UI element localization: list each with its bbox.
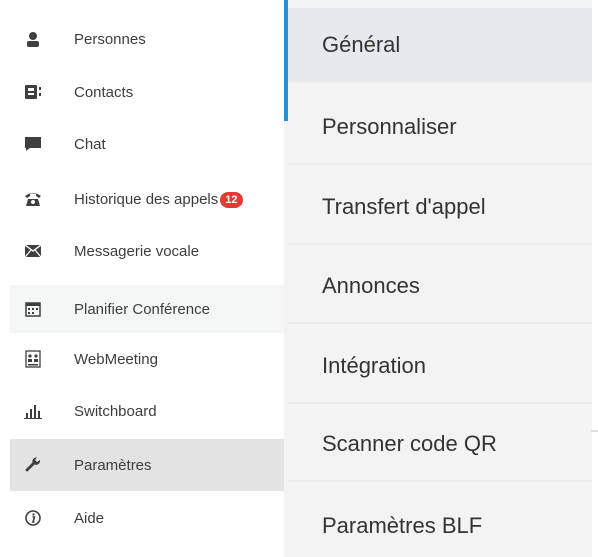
sidebar-item-label: Contacts — [74, 83, 134, 101]
menu-item-label: Intégration — [322, 352, 426, 378]
sidebar-item-label: Historique des appels 12 — [74, 191, 243, 208]
menu-item-label: Annonces — [322, 272, 420, 298]
bar-chart-icon — [24, 402, 42, 420]
app-window: Personnes Contacts Chat Historique des a… — [0, 0, 598, 557]
menu-item-parametres-blf[interactable]: Paramètres BLF — [288, 488, 592, 557]
sidebar-item-label: Aide — [74, 509, 105, 527]
sidebar-item-label: Switchboard — [74, 402, 157, 420]
sidebar-item-label: Planifier Conférence — [74, 300, 210, 318]
sidebar-item-messagerie[interactable]: Messagerie vocale — [10, 232, 284, 270]
sidebar-item-parametres[interactable]: Paramètres — [10, 439, 284, 491]
sidebar-item-switchboard[interactable]: Switchboard — [10, 392, 284, 430]
sidebar-item-label: Messagerie vocale — [74, 242, 200, 260]
contacts-icon — [24, 83, 42, 101]
webmeeting-icon — [24, 350, 42, 368]
sidebar-item-webmeeting[interactable]: WebMeeting — [10, 340, 284, 378]
menu-item-label: Personnaliser — [322, 113, 457, 139]
sidebar-item-aide[interactable]: Aide — [10, 499, 284, 537]
menu-item-label: Général — [322, 31, 401, 57]
sidebar: Personnes Contacts Chat Historique des a… — [0, 0, 284, 557]
info-icon — [24, 509, 42, 527]
menu-item-integration[interactable]: Intégration — [288, 329, 592, 404]
menu-item-transfert-appel[interactable]: Transfert d'appel — [288, 170, 592, 245]
content-edge — [592, 0, 598, 557]
menu-item-label: Paramètres BLF — [322, 512, 483, 538]
menu-item-general[interactable]: Général — [288, 8, 592, 83]
wrench-icon — [24, 456, 42, 474]
sidebar-item-label: Personnes — [74, 30, 146, 48]
envelope-icon — [24, 242, 42, 260]
sidebar-item-label: Chat — [74, 135, 106, 153]
menu-item-label: Scanner code QR — [322, 430, 497, 456]
phone-icon — [24, 190, 42, 208]
sidebar-item-chat[interactable]: Chat — [10, 125, 284, 163]
divider — [591, 430, 598, 432]
menu-item-label: Transfert d'appel — [322, 193, 486, 219]
sidebar-item-label: Paramètres — [74, 456, 152, 474]
chat-icon — [24, 135, 42, 153]
sidebar-item-historique[interactable]: Historique des appels 12 — [10, 180, 284, 218]
menu-item-annonces[interactable]: Annonces — [288, 249, 592, 324]
menu-item-personnaliser[interactable]: Personnaliser — [288, 90, 592, 165]
sidebar-item-contacts[interactable]: Contacts — [10, 73, 284, 111]
sidebar-item-label: WebMeeting — [74, 350, 158, 368]
menu-item-scanner-qr[interactable]: Scanner code QR — [288, 407, 592, 482]
sidebar-item-personnes[interactable]: Personnes — [10, 20, 284, 58]
calendar-icon — [24, 300, 42, 318]
missed-calls-badge: 12 — [220, 191, 243, 208]
sidebar-item-text: Historique des appels — [74, 190, 219, 208]
person-icon — [24, 30, 42, 48]
sidebar-item-planifier-conference[interactable]: Planifier Conférence — [10, 285, 284, 333]
